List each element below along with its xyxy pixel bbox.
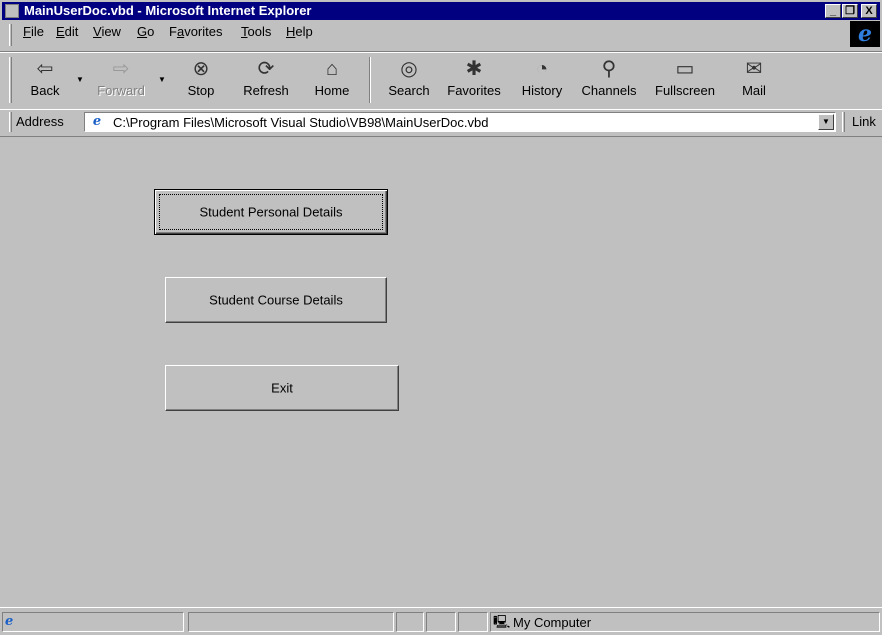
forward-dropdown-icon[interactable]: ▼ [158,75,166,84]
ie-status-icon: e [5,614,14,629]
menu-bar: File Edit View Go Favorites Tools Help e [0,21,882,52]
status-pane-2 [188,612,394,632]
title-bar[interactable]: MainUserDoc.vbd - Microsoft Internet Exp… [2,2,880,20]
document-area: Student Personal Details Student Course … [10,162,882,607]
menu-go[interactable]: Go [137,24,154,39]
toolbar-separator [369,57,371,103]
menu-favorites[interactable]: Favorites [169,24,222,39]
home-button[interactable]: ⌂ Home [304,55,360,107]
refresh-icon: ⟳ [257,58,275,80]
search-icon: ◎ [400,58,418,80]
forward-arrow-icon: ⇨ [112,58,130,80]
menu-view[interactable]: View [93,24,121,39]
close-button[interactable]: X [861,4,877,18]
standard-toolbar: ⇦ Back ▼ ⇨ Forward ▼ ⊗ Stop ⟳ Refresh ⌂ Home … [0,52,882,110]
toolbar-grip[interactable] [9,57,12,103]
menu-grip[interactable] [9,24,12,46]
channels-icon: ⚲ [601,58,617,80]
back-arrow-icon: ⇦ [36,58,54,80]
menu-tools[interactable]: Tools [241,24,271,39]
student-course-details-button[interactable]: Student Course Details [165,277,387,323]
stop-button[interactable]: ⊗ Stop [172,55,230,107]
stop-icon: ⊗ [192,58,210,80]
student-personal-details-button[interactable]: Student Personal Details [154,189,388,235]
channels-button[interactable]: ⚲ Channels [576,55,642,107]
exit-button[interactable]: Exit [165,365,399,411]
zone-label: My Computer [513,615,592,630]
address-grip[interactable] [9,112,12,132]
address-value[interactable]: C:\Program Files\Microsoft Visual Studio… [113,115,488,130]
window-title: MainUserDoc.vbd - Microsoft Internet Exp… [24,3,312,18]
address-dropdown-icon[interactable]: ▼ [818,114,834,130]
favorites-icon: ✱ [465,58,483,80]
ie-page-icon: e [89,114,105,130]
computer-icon: 🖳 [493,614,511,629]
address-input[interactable]: e C:\Program Files\Microsoft Visual Stud… [84,112,836,132]
menu-file[interactable]: File [23,24,44,39]
mail-icon: ✉ [745,58,763,80]
back-dropdown-icon[interactable]: ▼ [76,75,84,84]
fullscreen-button[interactable]: ▭ Fullscreen [648,55,722,107]
links-label[interactable]: Link [852,114,876,129]
menu-edit[interactable]: Edit [56,24,78,39]
status-bar: e 🖳 My Computer [0,607,882,634]
fullscreen-icon: ▭ [675,58,695,80]
minimize-button[interactable]: _ [825,4,841,18]
links-grip[interactable] [842,112,845,132]
history-button[interactable]: ◔ History [514,55,570,107]
status-pane-3 [396,612,424,632]
status-zone-pane: 🖳 My Computer [490,612,880,632]
mail-button[interactable]: ✉ Mail [734,55,774,107]
refresh-button[interactable]: ⟳ Refresh [236,55,296,107]
maximize-button[interactable]: ❐ [842,4,858,18]
app-icon[interactable] [5,4,19,18]
status-main-pane: e [2,612,184,632]
status-pane-4 [426,612,456,632]
history-icon: ◔ [535,58,549,80]
address-bar: Address e C:\Program Files\Microsoft Vis… [0,109,882,137]
ie-logo-icon: e [850,21,880,47]
back-button[interactable]: ⇦ Back [18,55,72,107]
search-button[interactable]: ◎ Search [380,55,438,107]
home-icon: ⌂ [325,58,339,80]
forward-button[interactable]: ⇨ Forward [88,55,154,107]
address-label: Address [16,114,64,129]
status-pane-5 [458,612,488,632]
favorites-button[interactable]: ✱ Favorites [442,55,506,107]
menu-help[interactable]: Help [286,24,313,39]
